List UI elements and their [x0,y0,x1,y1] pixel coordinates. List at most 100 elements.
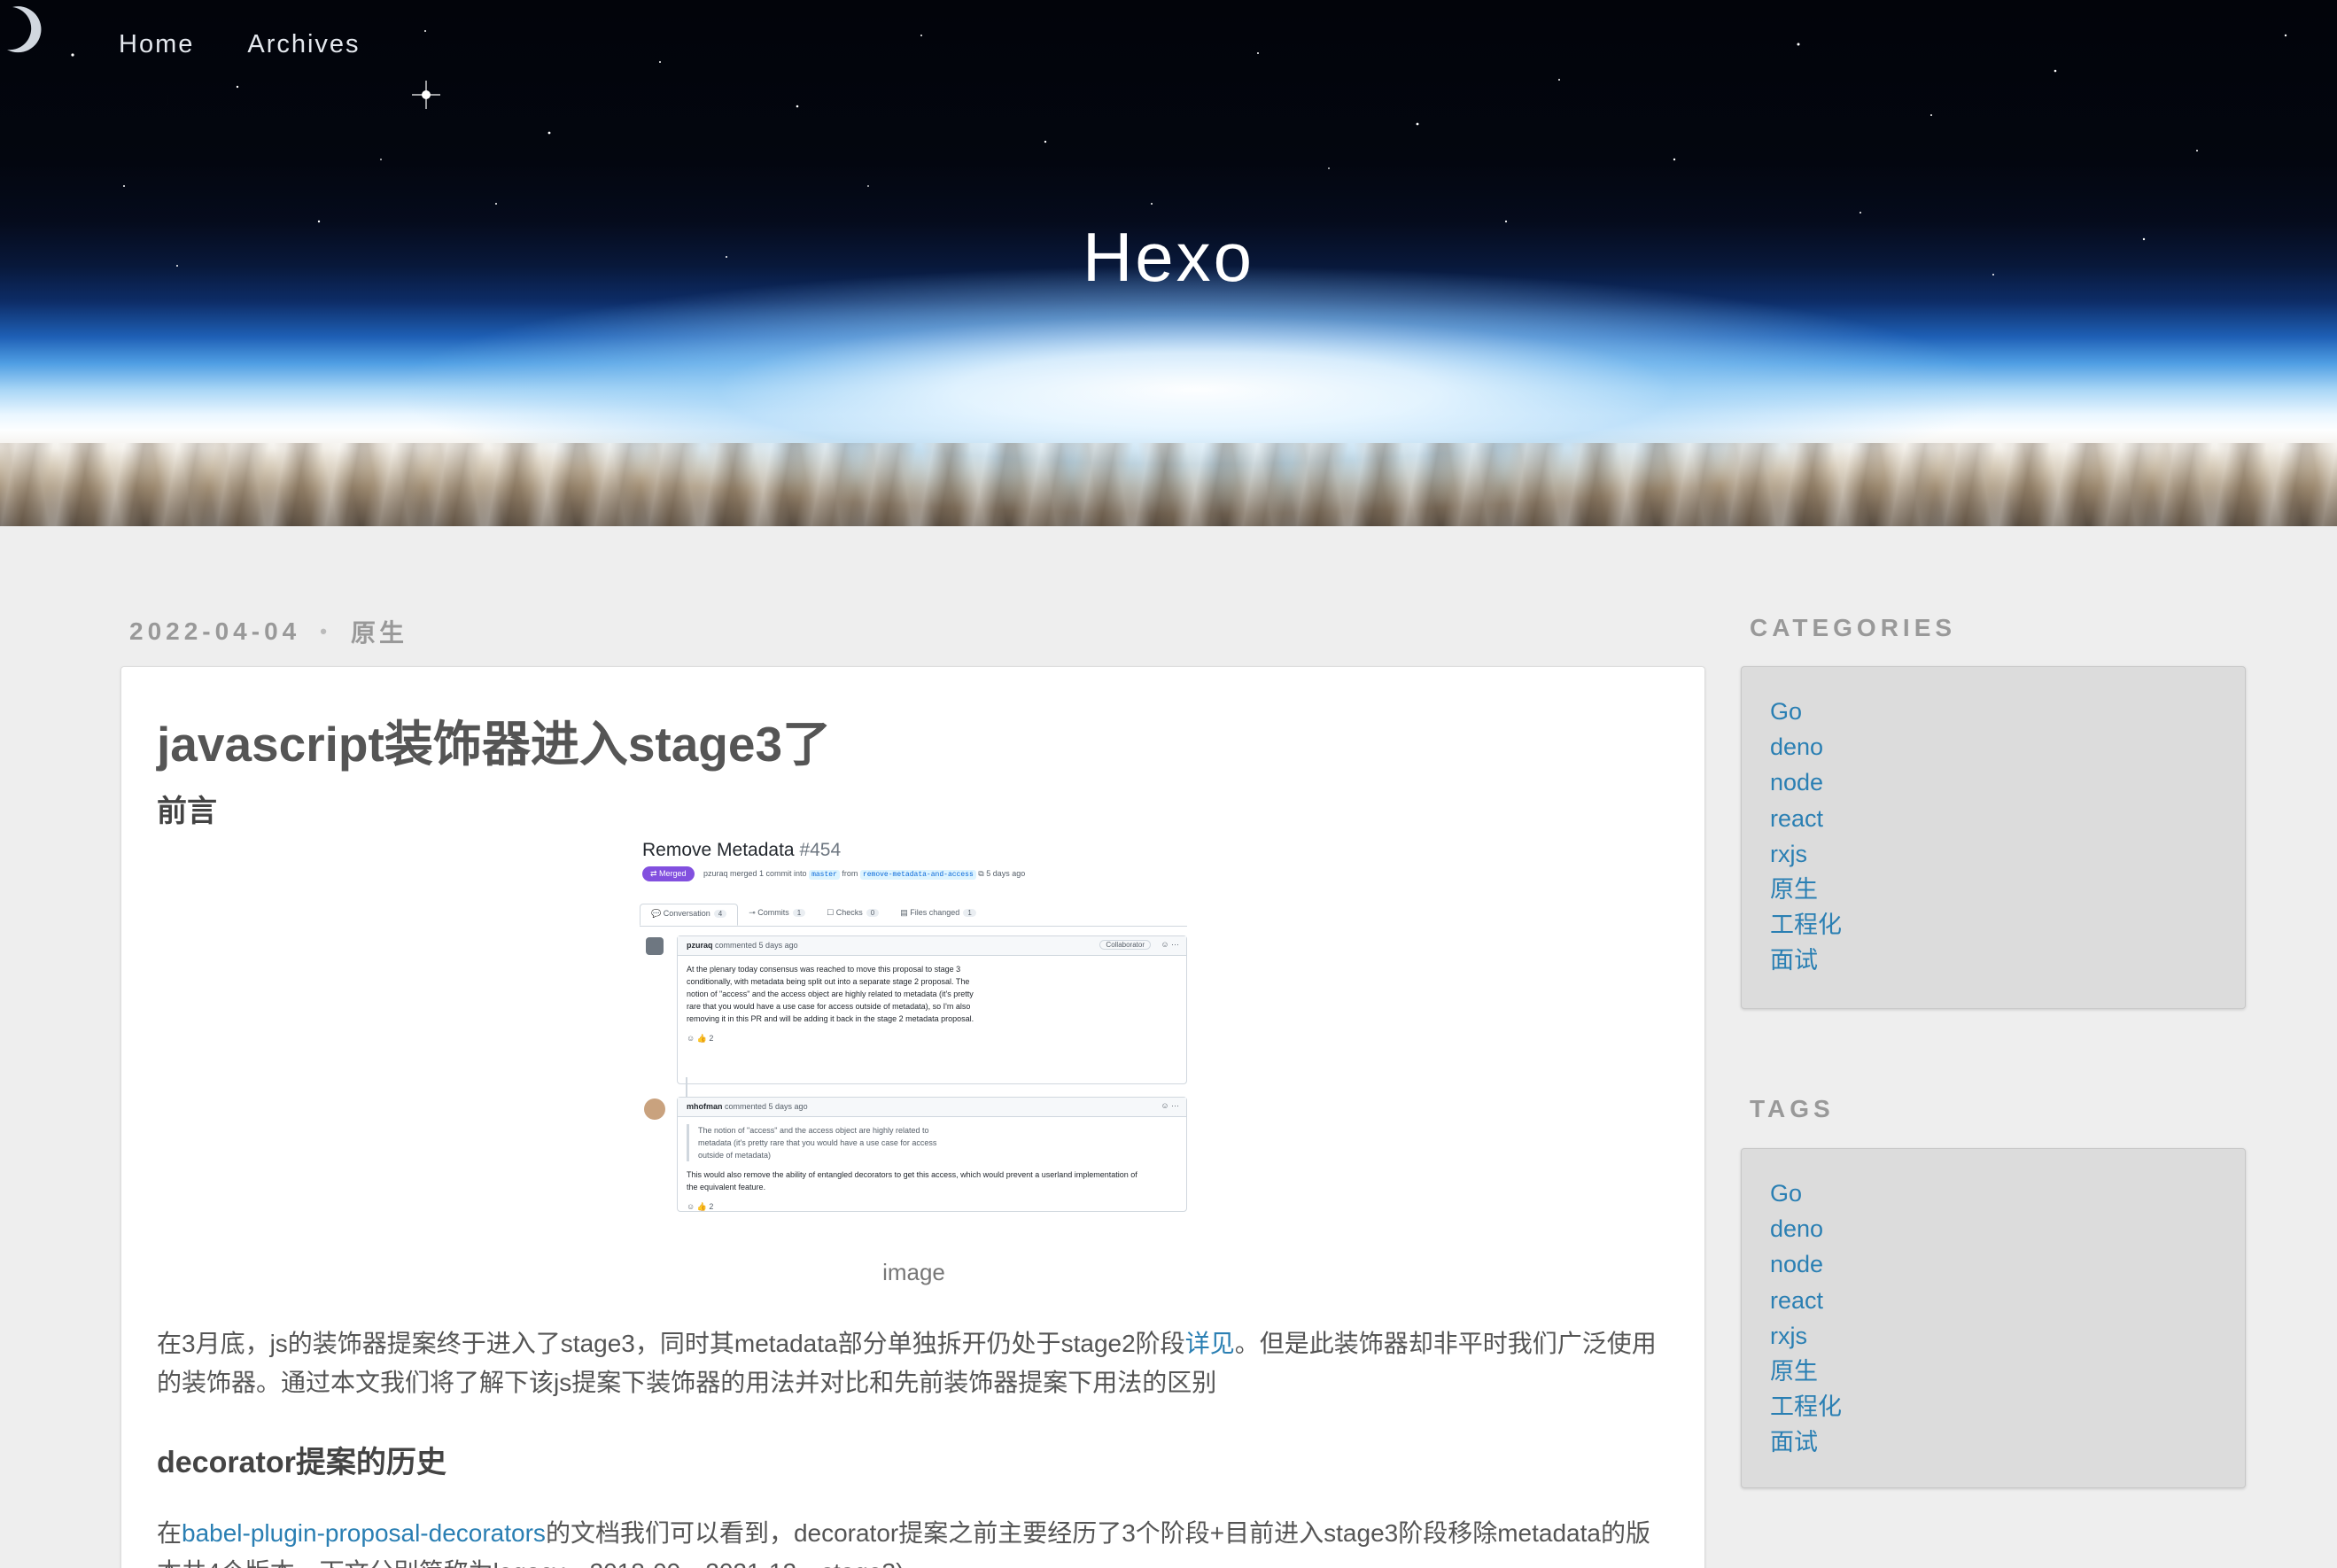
comment-header: mhofman commented 5 days ago ☺ ··· [678,1098,1186,1117]
section-heading-preface: 前言 [157,795,217,828]
pr-title: Remove Metadata #454 [642,840,841,861]
category-link-rxjs[interactable]: rxjs [1770,841,1807,867]
figure-caption: image [882,1259,945,1285]
merged-badge-label: Merged [659,869,687,878]
tag-item: rxjs [1770,1318,2245,1354]
tag-link-engineering[interactable]: 工程化 [1770,1393,1842,1420]
comment-text: At the plenary today consensus was reach… [687,965,974,1023]
tags-title: TAGS [1750,1095,1835,1122]
category-link-react[interactable]: react [1770,805,1823,832]
avatar-mhofman [644,1098,665,1120]
comment-author: mhofman [687,1102,723,1111]
comment-pzuraq: pzuraq commented 5 days ago Collaborator… [677,935,1187,1084]
header-banner: Home Archives Hexo [0,0,2337,526]
tag-item: 原生 [1770,1354,2245,1389]
categories-list: Go deno node react rxjs 原生 工程化 面试 [1770,694,2245,979]
pr-tab-conversation: 💬 Conversation 4 [640,904,739,926]
pr-tabs: 💬 Conversation 4 ⊸ Commits 1 ☐ Checks 0 ▤ F… [640,904,1187,927]
meta-separator: • [320,620,331,642]
category-link-node[interactable]: node [1770,769,1823,796]
comment-author: pzuraq [687,941,713,950]
section-heading-history: decorator提案的历史 [157,1446,446,1479]
timeline-line [686,1077,687,1097]
category-item: 面试 [1770,943,2245,978]
tags-list: Go deno node react rxjs 原生 工程化 面试 [1770,1176,2245,1461]
more-icon: ☺ ··· [1161,940,1179,949]
comment-mhofman: mhofman commented 5 days ago ☺ ··· The n… [677,1097,1187,1212]
pr-tab-files: ▤ Files changed 1 [889,904,987,926]
reaction: ☺ 👍 2 [687,1202,714,1211]
tag-link-rxjs[interactable]: rxjs [1770,1323,1807,1349]
reaction: ☺ 👍 2 [687,1034,714,1043]
category-item: Go [1770,694,2245,729]
site-title[interactable]: Hexo [0,217,2337,298]
category-item: node [1770,765,2245,800]
comment-body: At the plenary today consensus was reach… [678,956,1186,1052]
category-item: 原生 [1770,872,2245,907]
tag-link-react[interactable]: react [1770,1287,1823,1314]
post-image-github-pr: Remove Metadata #454 ⇄ Merged pzuraq mer… [640,840,1189,1212]
comment-header: pzuraq commented 5 days ago Collaborator… [678,936,1186,956]
post-article: javascript装饰器进入stage3了 前言 Remove Metadat… [120,666,1705,1568]
category-item: 工程化 [1770,907,2245,943]
post-title[interactable]: javascript装饰器进入stage3了 [157,704,831,775]
category-link-engineering[interactable]: 工程化 [1770,912,1842,938]
comment-body: The notion of "access" and the access ob… [678,1117,1186,1220]
tab-label: Files changed [910,908,960,917]
head-branch: remove-metadata-and-access [859,870,976,880]
comment-meta: commented 5 days ago [715,941,798,950]
pr-tab-commits: ⊸ Commits 1 [738,904,816,926]
merge-time: 5 days ago [986,869,1026,878]
main-nav: Home Archives [119,30,361,59]
tab-label: Commits [757,908,789,917]
categories-title: CATEGORIES [1750,614,1957,641]
collaborator-badge: Collaborator [1099,940,1151,950]
tag-link-go[interactable]: Go [1770,1180,1802,1207]
post-category-link[interactable]: 原生 [351,614,408,649]
pr-number: #454 [799,840,842,860]
history-paragraph: 在babel-plugin-proposal-decorators的文档我们可以… [157,1514,1672,1568]
intro-paragraph: 在3月底，js的装饰器提案终于进入了stage3，同时其metadata部分单独… [157,1324,1672,1402]
tag-item: react [1770,1283,2245,1318]
clouds-decoration [0,443,2337,526]
merged-badge: ⇄ Merged [642,866,695,881]
post-date[interactable]: 2022-04-04 [129,617,300,646]
merge-from: from [842,869,858,878]
nav-archives-link[interactable]: Archives [247,30,360,59]
tag-item: deno [1770,1211,2245,1246]
tag-link-deno[interactable]: deno [1770,1215,1823,1242]
more-icon: ☺ ··· [1161,1101,1179,1110]
pr-tab-checks: ☐ Checks 0 [816,904,889,926]
reaction-count: 👍 2 [696,1202,714,1211]
base-branch: master [809,870,840,880]
category-link-native[interactable]: 原生 [1770,876,1818,903]
tag-link-interview[interactable]: 面试 [1770,1429,1818,1455]
tab-count: 1 [963,909,976,917]
details-link[interactable]: 详见 [1185,1330,1235,1357]
copy-icon: ⧉ [978,869,984,878]
reaction-count: 👍 2 [696,1034,714,1043]
tag-item: node [1770,1246,2245,1282]
tab-count: 1 [792,909,806,917]
category-link-interview[interactable]: 面试 [1770,947,1818,974]
merge-info: pzuraq merged 1 commit into master from … [703,869,1026,880]
category-link-go[interactable]: Go [1770,698,1802,725]
tags-widget: Go deno node react rxjs 原生 工程化 面试 [1741,1148,2246,1488]
tag-link-native[interactable]: 原生 [1770,1358,1818,1385]
tab-count: 4 [713,910,727,918]
comment-quote: The notion of "access" and the access ob… [687,1124,952,1161]
avatar-pzuraq [646,937,664,955]
tab-count: 0 [866,909,880,917]
post-meta: 2022-04-04 • 原生 [129,614,408,649]
tag-link-node[interactable]: node [1770,1251,1823,1277]
pr-title-text: Remove Metadata [642,840,795,860]
babel-plugin-link[interactable]: babel-plugin-proposal-decorators [182,1519,546,1547]
comment-meta: commented 5 days ago [725,1102,808,1111]
nav-home-link[interactable]: Home [119,30,194,59]
tag-item: Go [1770,1176,2245,1211]
categories-widget: Go deno node react rxjs 原生 工程化 面试 [1741,666,2246,1009]
category-link-deno[interactable]: deno [1770,734,1823,760]
paragraph-text: 在3月底，js的装饰器提案终于进入了stage3，同时其metadata部分单独… [157,1330,1185,1357]
tab-label: Conversation [663,909,710,918]
tab-label: Checks [835,908,863,917]
